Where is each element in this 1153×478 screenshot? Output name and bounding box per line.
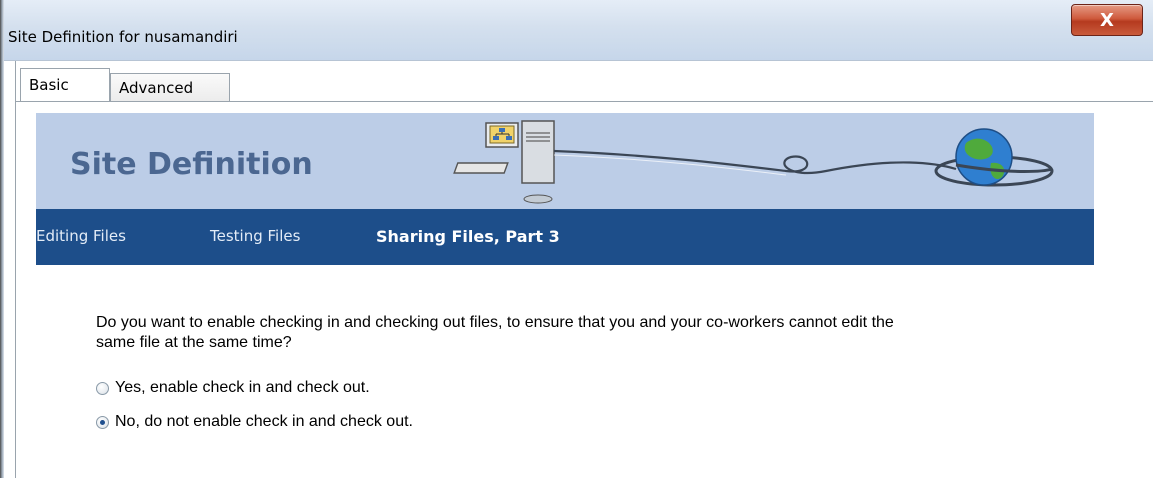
banner-title: Site Definition [70,147,313,182]
step-editing-files: Editing Files [36,227,126,245]
tab-strip: Basic Advanced [16,68,1153,102]
site-definition-banner: Site Definition [36,113,1094,209]
close-button[interactable]: X [1071,4,1143,36]
banner-illustration [453,120,1054,204]
dialog-client-area: Basic Advanced Site Definition Editing F… [15,61,1153,478]
globe-icon [934,128,1054,187]
tab-advanced[interactable]: Advanced [110,73,230,101]
option-yes-label: Yes, enable check in and check out. [115,379,370,396]
option-no-label: No, do not enable check in and check out… [115,413,413,430]
radio-yes[interactable] [96,381,109,395]
question-panel: Do you want to enable checking in and ch… [96,313,996,430]
option-yes[interactable]: Yes, enable check in and check out. [96,379,370,397]
option-no[interactable]: No, do not enable check in and check out… [96,413,413,431]
site-definition-window: Site Definition for nusamandiri X Basic … [0,0,1153,478]
title-bar[interactable]: Site Definition for nusamandiri X [4,0,1153,61]
close-icon: X [1100,9,1114,31]
wizard-steps-bar: Editing Files Testing Files Sharing File… [36,209,1094,265]
step-testing-files: Testing Files [210,227,301,245]
computer-icon [453,120,555,204]
step-sharing-files: Sharing Files, Part 3 [376,227,560,246]
window-title: Site Definition for nusamandiri [8,28,238,46]
question-text: Do you want to enable checking in and ch… [96,314,894,351]
radio-no[interactable] [96,415,109,429]
window-edge [0,0,4,478]
tab-basic[interactable]: Basic [20,68,110,101]
